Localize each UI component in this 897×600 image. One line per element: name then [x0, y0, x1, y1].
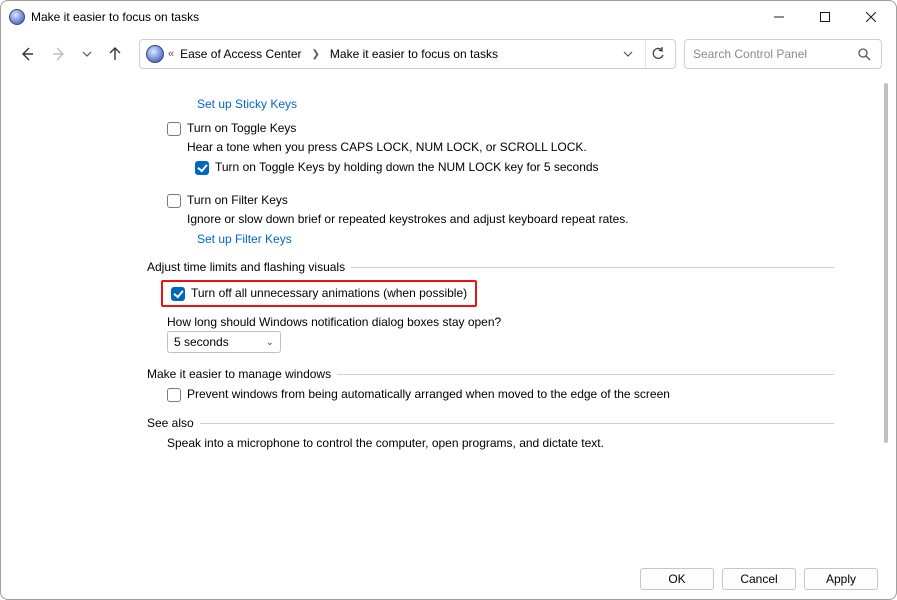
- set-up-filter-keys-link[interactable]: Set up Filter Keys: [197, 232, 292, 246]
- scrollbar[interactable]: [884, 83, 888, 557]
- breadcrumb-item-parent[interactable]: Ease of Access Center: [176, 47, 305, 61]
- divider: [351, 267, 834, 268]
- arrow-up-icon: [106, 45, 124, 63]
- breadcrumb[interactable]: « Ease of Access Center ❯ Make it easier…: [139, 39, 676, 69]
- prevent-arrange-row: Prevent windows from being automatically…: [167, 387, 834, 402]
- nav-row: « Ease of Access Center ❯ Make it easier…: [1, 33, 896, 71]
- group-time-title: Adjust time limits and flashing visuals: [147, 260, 345, 274]
- button-bar: OK Cancel Apply: [1, 565, 896, 599]
- toggle-keys-numlock-row: Turn on Toggle Keys by holding down the …: [195, 160, 834, 175]
- turn-off-animations-checkbox[interactable]: [171, 287, 185, 301]
- set-up-sticky-keys-link[interactable]: Set up Sticky Keys: [197, 97, 297, 111]
- toggle-keys-numlock-checkbox[interactable]: [195, 161, 209, 175]
- toggle-keys-label: Turn on Toggle Keys: [187, 121, 296, 135]
- notification-duration-value: 5 seconds: [174, 335, 262, 349]
- animations-row: Turn off all unnecessary animations (whe…: [171, 286, 467, 301]
- filter-keys-link-row: Set up Filter Keys: [197, 232, 834, 246]
- search-icon: [857, 47, 873, 61]
- nav-arrows: [15, 42, 127, 66]
- breadcrumb-overflow-icon: «: [168, 48, 172, 60]
- forward-button[interactable]: [47, 42, 71, 66]
- group-seealso-header: See also: [147, 416, 834, 430]
- minimize-icon: [774, 12, 784, 22]
- search-placeholder: Search Control Panel: [693, 47, 857, 61]
- toggle-keys-row: Turn on Toggle Keys: [167, 121, 834, 136]
- group-windows-header: Make it easier to manage windows: [147, 367, 834, 381]
- close-icon: [866, 12, 876, 22]
- titlebar: Make it easier to focus on tasks: [1, 1, 896, 33]
- back-button[interactable]: [15, 42, 39, 66]
- content-scroll: Set up Sticky Keys Turn on Toggle Keys H…: [7, 75, 874, 565]
- content-area: Set up Sticky Keys Turn on Toggle Keys H…: [7, 75, 890, 565]
- group-windows-title: Make it easier to manage windows: [147, 367, 331, 381]
- arrow-right-icon: [50, 45, 68, 63]
- window-title: Make it easier to focus on tasks: [31, 10, 199, 24]
- refresh-button[interactable]: [645, 40, 669, 68]
- prevent-arrange-checkbox[interactable]: [167, 388, 181, 402]
- ok-button[interactable]: OK: [640, 568, 714, 590]
- scrollbar-thumb[interactable]: [884, 83, 888, 443]
- filter-keys-desc: Ignore or slow down brief or repeated ke…: [187, 212, 834, 226]
- divider: [200, 423, 834, 424]
- maximize-icon: [820, 12, 830, 22]
- search-input[interactable]: Search Control Panel: [684, 39, 882, 69]
- sticky-keys-link-row: Set up Sticky Keys: [197, 97, 834, 111]
- filter-keys-row: Turn on Filter Keys: [167, 193, 834, 208]
- toggle-keys-checkbox[interactable]: [167, 122, 181, 136]
- window-frame: Make it easier to focus on tasks: [0, 0, 897, 600]
- chevron-right-icon: ❯: [310, 49, 322, 60]
- recent-locations-button[interactable]: [79, 42, 95, 66]
- arrow-left-icon: [18, 45, 36, 63]
- chevron-down-icon: [82, 49, 92, 59]
- chevron-down-icon: ⌄: [266, 337, 274, 348]
- breadcrumb-icon: [146, 45, 164, 63]
- minimize-button[interactable]: [756, 2, 802, 32]
- notification-duration-dropdown[interactable]: 5 seconds ⌄: [167, 331, 281, 353]
- group-time-header: Adjust time limits and flashing visuals: [147, 260, 834, 274]
- apply-button[interactable]: Apply: [804, 568, 878, 590]
- app-icon: [9, 9, 25, 25]
- highlight-annotation: Turn off all unnecessary animations (whe…: [161, 280, 477, 307]
- window-controls: [756, 2, 894, 32]
- filter-keys-checkbox[interactable]: [167, 194, 181, 208]
- maximize-button[interactable]: [802, 2, 848, 32]
- divider: [337, 374, 834, 375]
- prevent-arrange-label: Prevent windows from being automatically…: [187, 387, 670, 401]
- speech-desc: Speak into a microphone to control the c…: [167, 436, 834, 450]
- up-button[interactable]: [103, 42, 127, 66]
- close-button[interactable]: [848, 2, 894, 32]
- refresh-icon: [651, 47, 665, 61]
- toggle-keys-numlock-label: Turn on Toggle Keys by holding down the …: [215, 160, 599, 174]
- filter-keys-label: Turn on Filter Keys: [187, 193, 288, 207]
- breadcrumb-dropdown-button[interactable]: [623, 49, 641, 59]
- cancel-button[interactable]: Cancel: [722, 568, 796, 590]
- group-seealso-title: See also: [147, 416, 194, 430]
- chevron-down-icon: [623, 49, 633, 59]
- toggle-keys-desc: Hear a tone when you press CAPS LOCK, NU…: [187, 140, 834, 154]
- notification-duration-label: How long should Windows notification dia…: [167, 315, 834, 329]
- breadcrumb-item-current[interactable]: Make it easier to focus on tasks: [326, 47, 502, 61]
- turn-off-animations-label: Turn off all unnecessary animations (whe…: [191, 286, 467, 300]
